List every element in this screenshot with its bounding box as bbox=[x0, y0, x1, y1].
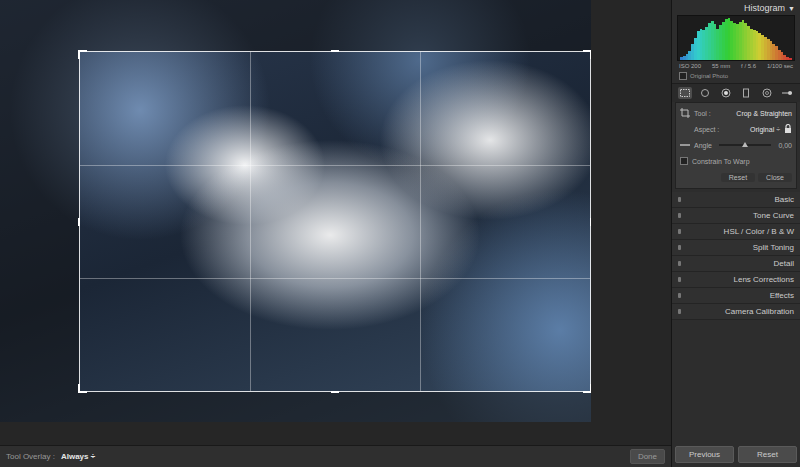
radial-tool-icon[interactable] bbox=[760, 87, 774, 99]
angle-value[interactable]: 0,00 bbox=[778, 142, 792, 149]
panel-switch-icon[interactable] bbox=[678, 197, 681, 202]
crop-handle[interactable] bbox=[78, 50, 87, 59]
checkbox-icon[interactable] bbox=[679, 72, 687, 80]
brush-tool-icon[interactable] bbox=[780, 87, 794, 99]
panel-title: Lens Corrections bbox=[734, 275, 794, 284]
histogram-header[interactable]: Histogram▼ bbox=[672, 0, 800, 15]
panel-header[interactable]: Lens Corrections bbox=[672, 272, 800, 288]
panel-title: HSL / Color / B & W bbox=[724, 227, 794, 236]
photo-info-item: 55 mm bbox=[712, 63, 730, 69]
image-canvas bbox=[0, 0, 671, 445]
constrain-label: Constrain To Warp bbox=[692, 158, 750, 165]
collapse-toggle[interactable]: ▼ bbox=[788, 5, 795, 12]
panel-switch-icon[interactable] bbox=[678, 213, 681, 218]
spot-tool-icon[interactable] bbox=[698, 87, 712, 99]
panel-switch-icon[interactable] bbox=[678, 261, 681, 266]
panel-title: Detail bbox=[774, 259, 794, 268]
grid-line bbox=[250, 52, 251, 391]
panel-list: Basic Tone Curve HSL / Color / B & W Split … bbox=[672, 192, 800, 320]
panel-title: Tone Curve bbox=[753, 211, 794, 220]
drawer-buttons: ResetClose bbox=[680, 169, 792, 185]
tool-overlay-select[interactable]: Always ÷ bbox=[61, 452, 95, 461]
panel-switch-icon[interactable] bbox=[678, 277, 681, 282]
crop-tool-icon[interactable] bbox=[678, 87, 692, 99]
crop-handle[interactable] bbox=[590, 218, 591, 226]
crop-handle[interactable] bbox=[583, 50, 591, 59]
crop-handle[interactable] bbox=[583, 384, 591, 393]
panel-header[interactable]: HSL / Color / B & W bbox=[672, 224, 800, 240]
histogram-bar bbox=[789, 58, 792, 60]
grid-line bbox=[80, 278, 590, 279]
lightroom-window: Tool Overlay : Always ÷ Done Histogram▼ ISO … bbox=[0, 0, 800, 467]
aspect-row: Aspect : Original ÷ bbox=[680, 121, 792, 137]
panel-header[interactable]: Basic bbox=[672, 192, 800, 208]
constrain-row[interactable]: Constrain To Warp bbox=[680, 153, 792, 169]
crop-handle[interactable] bbox=[78, 384, 87, 393]
panel-header[interactable]: Camera Calibration bbox=[672, 304, 800, 320]
done-button[interactable]: Done bbox=[630, 449, 665, 464]
tool-label: Tool : bbox=[694, 110, 711, 117]
panel-title: Basic bbox=[774, 195, 794, 204]
histogram-title: Histogram bbox=[744, 3, 785, 13]
panel-switch-icon[interactable] bbox=[678, 245, 681, 250]
tool-row: Tool : Crop & Straighten bbox=[680, 105, 792, 121]
drawer-button[interactable]: Reset bbox=[721, 173, 755, 182]
redeye-tool-icon[interactable] bbox=[719, 87, 733, 99]
angle-label: Angle bbox=[694, 142, 712, 149]
panel-switch-icon[interactable] bbox=[678, 309, 681, 314]
histogram-chart bbox=[677, 15, 795, 61]
panel-header[interactable]: Tone Curve bbox=[672, 208, 800, 224]
crop-handle[interactable] bbox=[331, 391, 339, 393]
crop-tool-drawer: Tool : Crop & Straighten Aspect : Original … bbox=[675, 102, 797, 189]
photo-info-item: f / 5.6 bbox=[741, 63, 756, 69]
panel-header[interactable]: Split Toning bbox=[672, 240, 800, 256]
panel-title: Split Toning bbox=[753, 243, 794, 252]
level-icon bbox=[680, 142, 690, 148]
panel-switch-icon[interactable] bbox=[678, 229, 681, 234]
panel-header[interactable]: Detail bbox=[672, 256, 800, 272]
photo-info: ISO 200 55 mm f / 5.6 1/100 sec bbox=[672, 61, 800, 71]
footer-button[interactable]: Reset bbox=[738, 446, 797, 463]
grid-line bbox=[80, 165, 590, 166]
graduated-tool-icon[interactable] bbox=[739, 87, 753, 99]
grid-line bbox=[420, 52, 421, 391]
slider-thumb[interactable] bbox=[742, 142, 748, 147]
right-panel: Histogram▼ ISO 200 55 mm f / 5.6 1/100 sec Or… bbox=[671, 0, 800, 467]
aspect-label: Aspect : bbox=[680, 126, 719, 133]
photo-info-item: 1/100 sec bbox=[767, 63, 793, 69]
footer-button[interactable]: Previous bbox=[675, 446, 734, 463]
original-photo-row[interactable]: Original Photo bbox=[672, 71, 800, 83]
crop-icon bbox=[680, 108, 690, 118]
panel-switch-icon[interactable] bbox=[678, 293, 681, 298]
panel-title: Camera Calibration bbox=[725, 307, 794, 316]
original-photo-label: Original Photo bbox=[690, 73, 728, 79]
lock-icon[interactable] bbox=[784, 124, 792, 134]
toolbar: Tool Overlay : Always ÷ Done bbox=[0, 445, 671, 467]
tool-name: Crop & Straighten bbox=[736, 110, 792, 117]
checkbox-icon[interactable] bbox=[680, 157, 688, 165]
panel-header[interactable]: Effects bbox=[672, 288, 800, 304]
tool-overlay-label: Tool Overlay : bbox=[6, 452, 55, 461]
crop-frame[interactable] bbox=[79, 51, 591, 392]
panel-title: Effects bbox=[770, 291, 794, 300]
aspect-select[interactable]: Original ÷ bbox=[750, 126, 780, 133]
crop-handle[interactable] bbox=[331, 50, 339, 52]
photo bbox=[0, 0, 591, 422]
main-area: Tool Overlay : Always ÷ Done bbox=[0, 0, 671, 467]
photo-info-item: ISO 200 bbox=[679, 63, 701, 69]
tool-strip bbox=[672, 83, 800, 102]
drawer-button[interactable]: Close bbox=[758, 173, 792, 182]
footer-buttons: PreviousReset bbox=[672, 442, 800, 467]
angle-slider[interactable] bbox=[719, 144, 771, 146]
crop-handle[interactable] bbox=[78, 218, 80, 226]
angle-row: Angle 0,00 bbox=[680, 137, 792, 153]
